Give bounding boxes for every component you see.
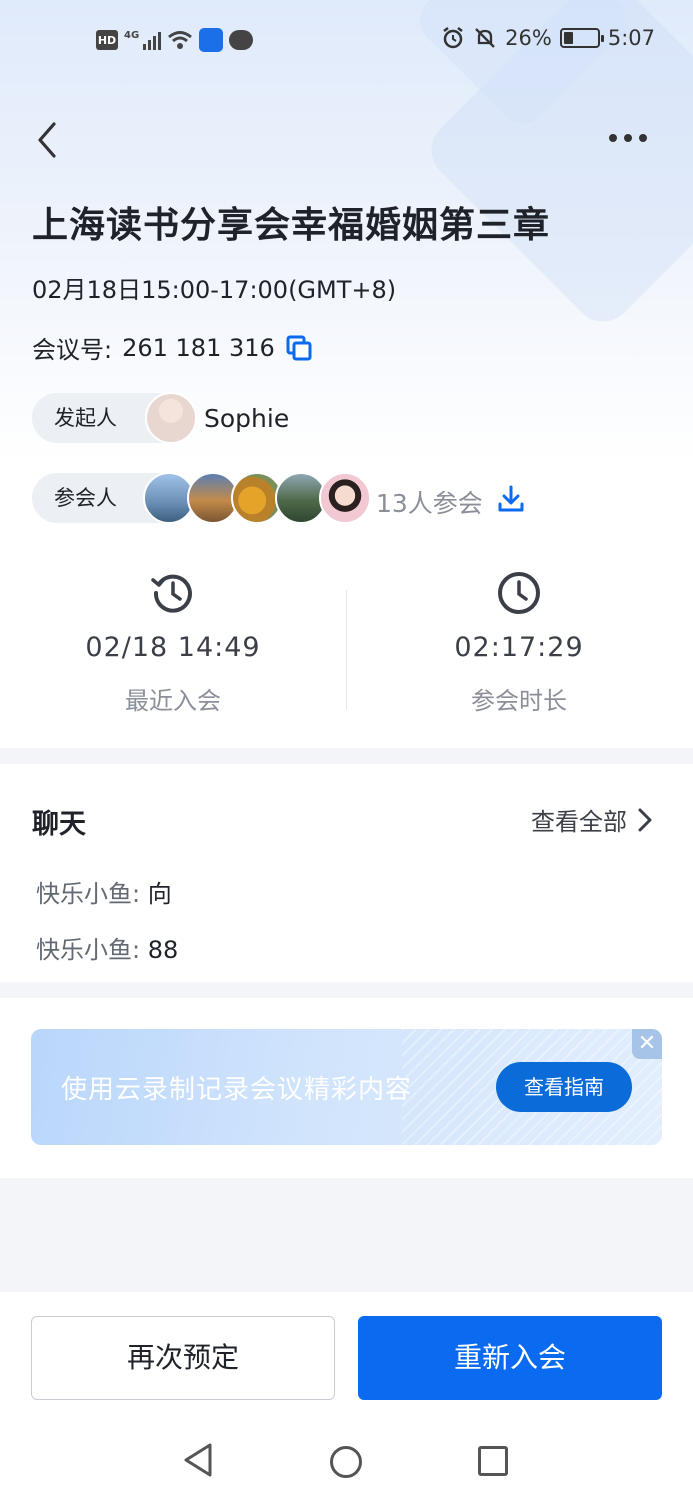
chat-sender: 快乐小鱼: [36, 936, 141, 964]
close-icon[interactable]: ✕ [632, 1029, 662, 1059]
history-clock-icon [151, 574, 192, 613]
chat-text: 向 [147, 880, 172, 908]
mute-bell-icon [475, 28, 495, 48]
recent-join-stat: 02/18 14:49 最近入会 [0, 570, 346, 716]
chat-title: 聊天 [32, 809, 86, 840]
chat-message: 快乐小鱼: 向 [36, 874, 172, 909]
signal-icon: 4G [124, 30, 162, 50]
attendees-count[interactable]: 13人参会 [376, 484, 483, 520]
bottom-action-bar: 再次预定 重新入会 [0, 1292, 693, 1500]
duration-value: 02:17:29 [454, 632, 584, 663]
attendee-avatar[interactable] [319, 472, 371, 524]
chat-message: 快乐小鱼: 88 [36, 930, 178, 965]
more-dots-icon[interactable] [609, 126, 649, 150]
download-icon[interactable] [496, 484, 526, 514]
status-bar: HD 4G 26% 5:07 [0, 22, 693, 60]
meeting-header-area: HD 4G 26% 5:07 上海读书分享会幸福婚姻第三章 02月18日15:0… [0, 0, 693, 748]
battery-percent: 26% [505, 26, 552, 50]
view-guide-button[interactable]: 查看指南 [496, 1062, 632, 1112]
rebook-button[interactable]: 再次预定 [31, 1316, 335, 1400]
meeting-time: 02月18日15:00-17:00(GMT+8) [32, 276, 397, 304]
host-avatar[interactable] [145, 392, 197, 444]
view-all-link[interactable]: 查看全部 [531, 802, 653, 837]
meeting-id-label: 会议号: [32, 336, 113, 364]
meeting-id-value: 261 181 316 [122, 333, 275, 362]
alarm-icon [443, 27, 463, 49]
duration-stat: 02:17:29 参会时长 [346, 570, 692, 716]
chat-text: 88 [147, 936, 179, 964]
wifi-icon [168, 31, 193, 49]
banner-text: 使用云录制记录会议精彩内容 [61, 1075, 413, 1105]
page-title: 上海读书分享会幸福婚姻第三章 [32, 205, 551, 246]
meeting-id-row: 会议号: 261 181 316 [32, 330, 313, 365]
chevron-right-icon [638, 808, 652, 831]
nav-recent-icon[interactable] [478, 1446, 508, 1476]
nav-back-icon[interactable] [182, 1442, 214, 1478]
clock-icon [498, 572, 540, 614]
chevron-left-icon[interactable] [30, 118, 66, 162]
hd-icon: HD [96, 30, 118, 50]
promo-section: 使用云录制记录会议精彩内容 查看指南 ✕ [0, 998, 693, 1178]
recent-join-label: 最近入会 [125, 687, 221, 715]
recent-join-value: 02/18 14:49 [85, 632, 261, 663]
rejoin-button[interactable]: 重新入会 [358, 1316, 662, 1400]
battery-icon [559, 28, 604, 48]
duration-label: 参会时长 [471, 687, 567, 715]
nav-home-icon[interactable] [330, 1446, 362, 1478]
host-name: Sophie [204, 404, 290, 433]
message-notification-icon [229, 30, 254, 50]
clock: 5:07 [607, 26, 655, 50]
app-notification-icon [199, 28, 224, 52]
chat-section: 聊天 查看全部 快乐小鱼: 向 快乐小鱼: 88 [0, 764, 693, 982]
chat-sender: 快乐小鱼: [36, 880, 141, 908]
view-all-label: 查看全部 [531, 808, 627, 836]
copy-icon[interactable] [285, 334, 313, 362]
cloud-recording-banner[interactable]: 使用云录制记录会议精彩内容 查看指南 ✕ [31, 1029, 662, 1145]
